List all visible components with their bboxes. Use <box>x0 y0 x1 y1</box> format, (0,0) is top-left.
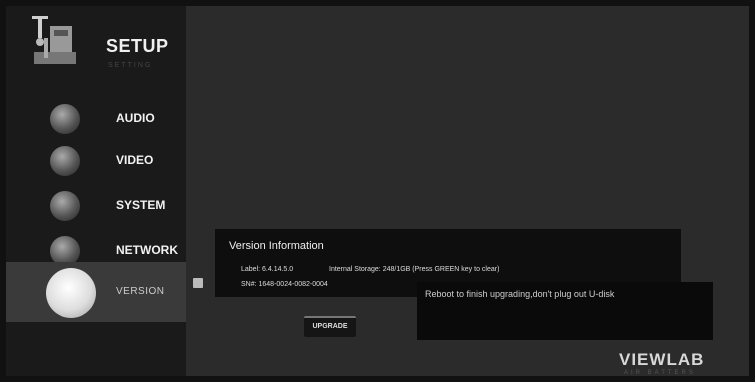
sidebar-item-label: NETWORK <box>116 243 178 257</box>
sidebar-item-system[interactable]: SYSTEM <box>6 183 186 227</box>
message-dialog: Reboot to finish upgrading,don't plug ou… <box>417 282 713 340</box>
version-icon <box>46 268 96 318</box>
audio-icon <box>50 104 80 134</box>
firmware-label: Label: 6.4.14.5.0 <box>241 266 294 273</box>
message-text: Reboot to finish upgrading,don't plug ou… <box>425 289 615 299</box>
brand-logo: VIEWLAB <box>619 350 705 369</box>
page-subtitle: SETTING <box>108 62 153 69</box>
sidebar-item-label: AUDIO <box>116 111 155 125</box>
upgrade-button[interactable]: UPGRADE <box>304 316 356 337</box>
system-icon <box>50 191 80 221</box>
serial-number: SN#: 1648-0024-0082-0004 <box>241 281 328 288</box>
selection-arrow-icon <box>193 278 203 288</box>
brand-tagline: AIR BATTERS <box>624 370 696 376</box>
sidebar-item-label: SYSTEM <box>116 198 166 212</box>
sidebar-item-label: VIDEO <box>116 153 154 167</box>
video-icon <box>50 146 80 176</box>
version-info-title: Version Information <box>229 240 324 252</box>
sidebar-item-video[interactable]: VIDEO <box>6 138 186 182</box>
sidebar-item-audio[interactable]: AUDIO <box>6 96 186 140</box>
setup-logo-icon <box>30 12 80 68</box>
sidebar-item-version[interactable]: VERSION <box>6 262 186 322</box>
internal-storage-info: Internal Storage: 248/1GB (Press GREEN k… <box>329 266 500 273</box>
page-title: SETUP <box>106 36 169 56</box>
sidebar-item-label: VERSION <box>116 286 165 297</box>
